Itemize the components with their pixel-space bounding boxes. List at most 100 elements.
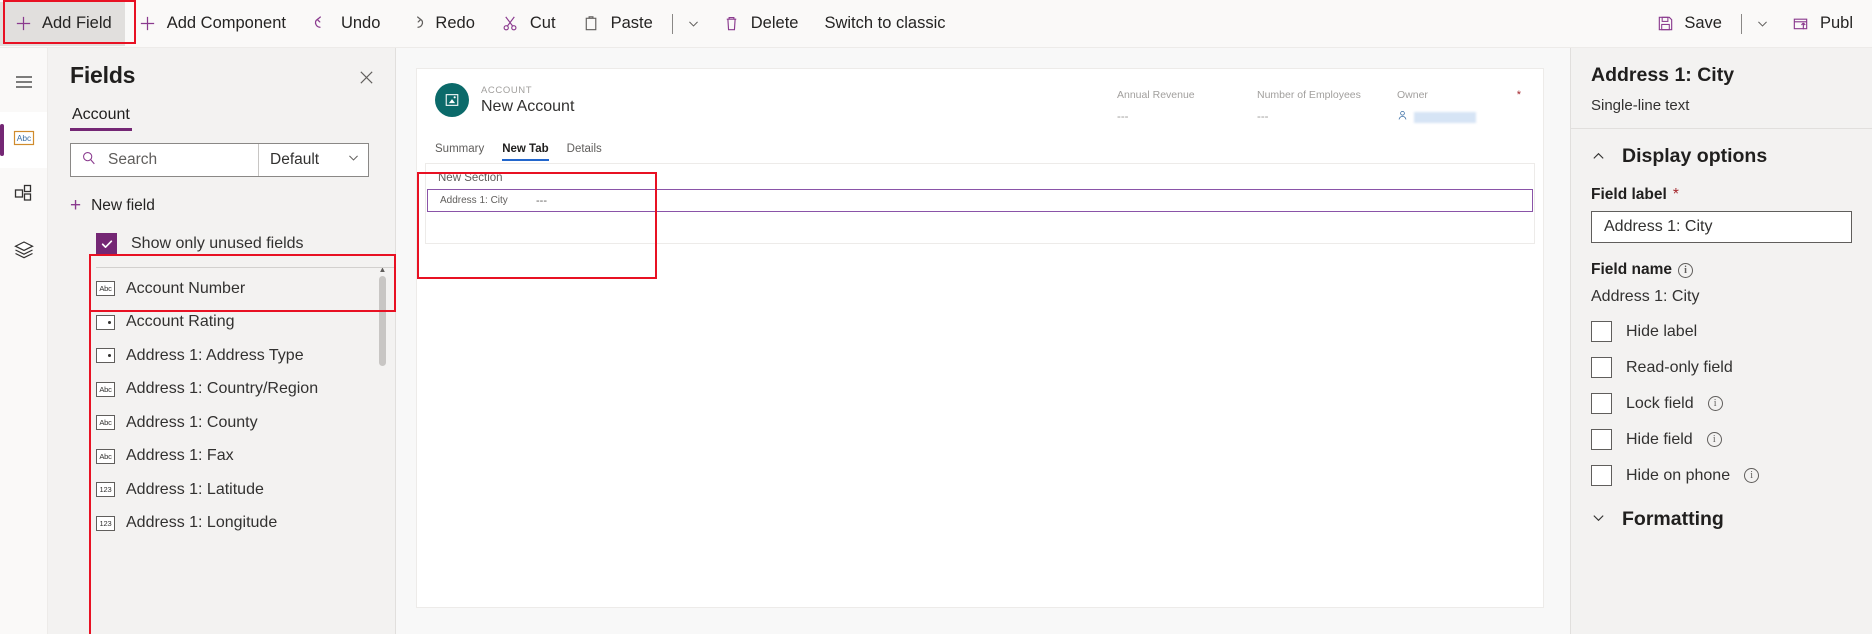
field-type-icon: Abc [96,415,115,431]
list-item-label: Address 1: Longitude [126,514,278,532]
chevron-down-icon [689,21,699,27]
field-type-icon: Abc [96,281,115,297]
scrollbar-thumb[interactable] [379,276,386,366]
save-dropdown-button[interactable] [1748,2,1778,46]
header-field-number-of-employees[interactable]: Number of Employees --- [1257,87,1397,127]
add-field-button[interactable]: Add Field [0,1,125,46]
info-icon[interactable]: i [1677,262,1693,278]
list-item-label: Address 1: County [126,413,258,431]
search-box[interactable] [71,144,258,176]
command-bar: Add Field Add Component Undo Redo Cut Pa… [0,0,1872,48]
list-item[interactable]: Account Rating [48,306,395,340]
list-item[interactable]: Abc Account Number [48,272,395,306]
scroll-up-icon[interactable]: ▲ [378,268,387,274]
form-section[interactable]: New Section Address 1: City --- [425,163,1535,244]
paste-dropdown-button[interactable] [679,2,709,46]
field-label-input[interactable] [1602,217,1841,237]
header-field-owner[interactable]: Owner * [1397,87,1525,126]
checkbox-box [1591,357,1612,378]
view-selector-value: Default [270,151,320,168]
checkbox-box [1591,465,1612,486]
hide-on-phone-checkbox[interactable]: Hide on phone i [1591,465,1852,486]
lock-field-checkbox[interactable]: Lock field i [1591,393,1852,414]
add-component-button[interactable]: Add Component [125,2,299,46]
field-label-text: Field label [1591,186,1667,203]
hide-label-checkbox[interactable]: Hide label [1591,321,1852,342]
header-field-label: Annual Revenue [1117,89,1195,101]
rail-item-layers[interactable] [0,224,47,280]
undo-button[interactable]: Undo [299,2,393,46]
info-icon[interactable]: i [1707,396,1723,411]
header-field-value: --- [1117,111,1129,123]
field-type-icon: Abc [96,448,115,464]
tab-account[interactable]: Account [70,104,132,131]
rail-item-components[interactable] [0,168,47,224]
read-only-field-text: Read-only field [1626,358,1733,376]
list-item[interactable]: 123 Address 1: Longitude [48,507,395,541]
list-item[interactable]: Abc Address 1: Fax [48,440,395,474]
form-section-empty-space[interactable] [426,213,1534,243]
header-field-annual-revenue[interactable]: Annual Revenue --- [1117,87,1257,127]
form-header: ACCOUNT New Account Annual Revenue --- N… [417,69,1543,133]
fields-panel-title: Fields [70,62,136,88]
read-only-field-checkbox[interactable]: Read-only field [1591,357,1852,378]
paste-divider [671,13,673,34]
delete-button[interactable]: Delete [709,2,812,46]
field-label-input-wrap[interactable] [1591,211,1852,243]
header-field-value: --- [1257,111,1269,123]
paste-button[interactable]: Paste [569,2,666,46]
switch-to-classic-button[interactable]: Switch to classic [811,2,958,46]
publish-button[interactable]: Publ [1778,2,1866,46]
publish-icon [1791,14,1811,34]
info-icon[interactable]: i [1706,432,1722,447]
redo-label: Redo [435,14,475,32]
hide-field-checkbox[interactable]: Hide field i [1591,429,1852,450]
list-item[interactable]: Address 1: Address Type [48,339,395,373]
check-icon [101,239,112,248]
properties-subtitle: Single-line text [1591,97,1690,114]
checkbox-box [1591,321,1612,342]
rail-item-menu[interactable] [0,56,47,112]
display-options-accordion[interactable]: Display options [1591,145,1852,168]
owner-value-redacted [1414,111,1476,123]
save-button[interactable]: Save [1642,2,1735,46]
cut-button[interactable]: Cut [488,2,569,46]
close-panel-button[interactable] [351,62,381,92]
form-field-address1-city[interactable]: Address 1: City --- [427,189,1533,212]
paste-split-button: Paste [569,2,709,46]
new-field-button[interactable]: + New field [70,191,161,220]
form-tab-new-tab[interactable]: New Tab [502,143,550,161]
formatting-accordion[interactable]: Formatting [1591,508,1852,531]
list-item[interactable]: Abc Address 1: County [48,406,395,440]
scissors-icon [501,14,521,34]
clipboard-icon [582,14,602,34]
list-item-label: Address 1: Country/Region [126,380,319,398]
list-item[interactable]: 123 Address 1: Latitude [48,473,395,507]
hamburger-icon [13,71,35,98]
show-only-unused-fields-checkbox[interactable]: Show only unused fields [48,220,395,267]
properties-header: Address 1: City Single-line text [1571,48,1872,129]
list-item[interactable]: Abc Address 1: Country/Region [48,373,395,407]
form-tab-details[interactable]: Details [567,143,602,161]
rail-item-fields[interactable]: Abc [0,112,47,168]
switch-to-classic-label: Switch to classic [824,14,946,32]
fields-panel-tabs: Account [48,92,395,131]
search-input[interactable] [106,150,248,170]
view-selector[interactable]: Default [258,144,368,176]
fields-list-scrollbar[interactable]: ▲ [378,268,387,634]
entity-title: New Account [481,98,575,115]
fields-search-row: Default [70,143,369,177]
info-icon[interactable]: i [1744,468,1760,483]
fields-list[interactable]: Abc Account Number Account Rating Addres… [48,268,395,634]
form-field-value: --- [536,194,547,207]
person-icon [1397,108,1408,126]
save-split-button: Save [1642,2,1778,46]
checkbox-box [1591,393,1612,414]
command-bar-right: Save Publ [1642,2,1866,46]
layers-icon [13,239,35,266]
redo-button[interactable]: Redo [393,2,487,46]
add-component-label: Add Component [166,14,286,32]
svg-text:Abc: Abc [16,132,30,142]
account-icon [435,83,469,117]
form-tab-summary[interactable]: Summary [435,143,484,161]
